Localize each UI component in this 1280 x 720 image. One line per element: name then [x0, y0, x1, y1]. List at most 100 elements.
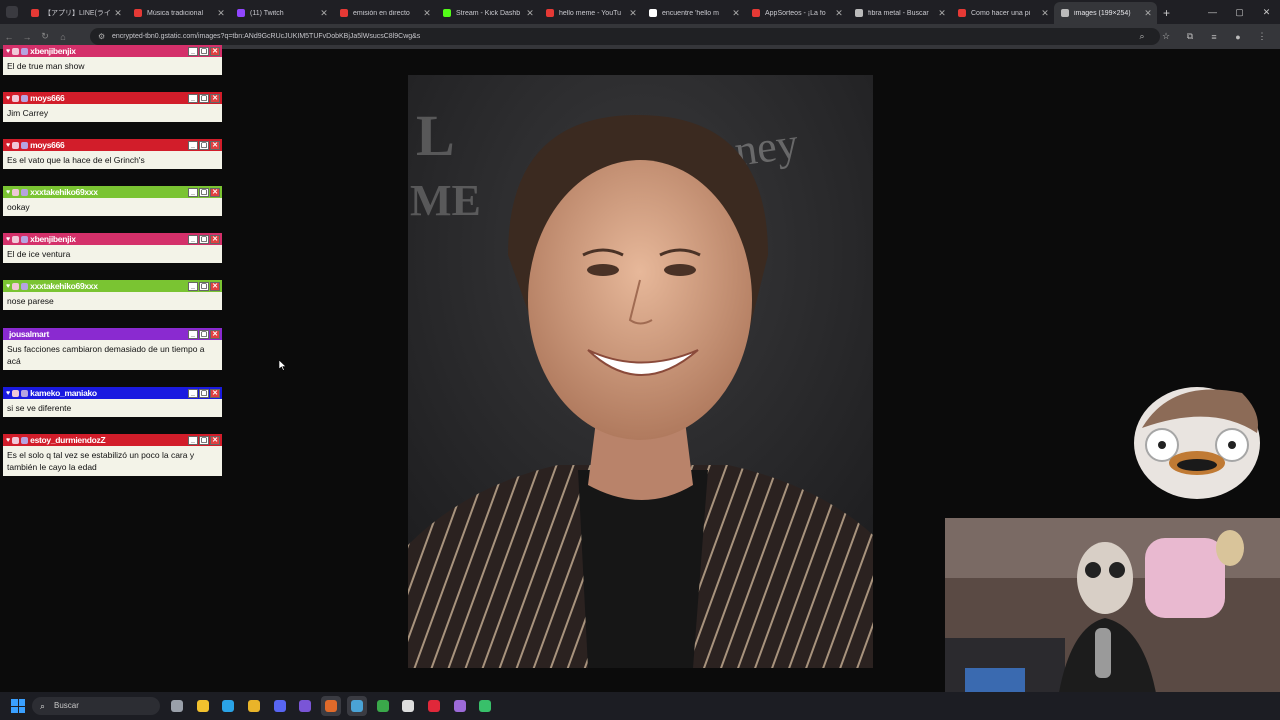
chat-message-header: ♥ moys666 _ ▢ ✕	[3, 92, 222, 104]
tab-list: 【アプリ】LINE(ライ ✕ Música tradicional ✕ (11) Twi…	[0, 0, 1170, 24]
window-close-icon[interactable]: ✕	[210, 93, 220, 103]
window-minimize-icon[interactable]: _	[188, 46, 198, 56]
menu-icon[interactable]: ⋮	[1250, 31, 1274, 42]
tab-close-icon[interactable]: ✕	[732, 8, 740, 19]
file-explorer-icon-glyph	[196, 700, 209, 712]
window-maximize-icon[interactable]: ▢	[199, 46, 209, 56]
badge-spacer	[6, 331, 7, 338]
discord-icon-glyph	[273, 700, 286, 712]
browser-tab[interactable]: images (199×254) ✕	[1054, 2, 1157, 24]
window-close-icon[interactable]: ✕	[210, 234, 220, 244]
tab-close-icon[interactable]: ✕	[320, 8, 328, 19]
zoom-icon[interactable]: ⌕	[1130, 31, 1154, 42]
chat-window-buttons: _ ▢ ✕	[187, 435, 220, 445]
window-maximize-icon[interactable]: ▢	[199, 281, 209, 291]
toolbar-actions: ⌕ ☆ ⧉ ≡ ● ⋮	[1130, 24, 1274, 49]
tab-close-icon[interactable]: ✕	[835, 8, 843, 19]
forward-icon[interactable]: →	[18, 32, 36, 42]
file-explorer-icon[interactable]	[193, 696, 213, 716]
vtube-studio-icon[interactable]	[346, 696, 367, 716]
chrome-icon[interactable]	[244, 696, 264, 716]
tab-close-icon[interactable]: ✕	[526, 8, 534, 19]
game-app-icon[interactable]	[475, 696, 495, 716]
taskbar-search[interactable]: ⌕ Buscar	[32, 697, 160, 715]
browser-tab[interactable]: Como hacer una pi ✕	[951, 2, 1054, 24]
window-maximize-icon[interactable]: ▢	[199, 187, 209, 197]
user-badge-icon	[12, 282, 20, 290]
window-minimize-icon[interactable]: _	[188, 329, 198, 339]
window-close-icon[interactable]: ✕	[210, 388, 220, 398]
home-icon[interactable]: ⌂	[54, 32, 72, 42]
browser-tab[interactable]: (11) Twitch ✕	[230, 2, 333, 24]
streamlabs-icon[interactable]	[321, 696, 342, 716]
windows-start-icon[interactable]	[11, 699, 25, 713]
window-minimize-icon[interactable]: _	[188, 234, 198, 244]
window-close-icon[interactable]: ✕	[210, 435, 220, 445]
extensions-icon[interactable]: ⧉	[1178, 31, 1202, 42]
tab-close-icon[interactable]: ✕	[629, 8, 637, 19]
tab-title: AppSorteos - ¡La fo	[765, 9, 826, 17]
window-close-icon[interactable]: ✕	[210, 140, 220, 150]
tab-search-icon[interactable]	[6, 6, 18, 18]
window-maximize-icon[interactable]: ▢	[199, 234, 209, 244]
browser-tab[interactable]: encuentre 'hello m ✕	[642, 2, 745, 24]
browser-tab[interactable]: Música tradicional ✕	[127, 2, 230, 24]
task-view-icon[interactable]	[167, 696, 187, 716]
purple-app-icon[interactable]	[450, 696, 470, 716]
mouse-cursor-icon	[279, 360, 286, 371]
heart-badge-icon: ♥	[6, 389, 11, 397]
new-tab-icon[interactable]: +	[1163, 2, 1170, 24]
browser-tab[interactable]: hello meme - YouTu ✕	[539, 2, 642, 24]
window-close-icon[interactable]: ✕	[210, 329, 220, 339]
window-minimize-icon[interactable]: _	[188, 187, 198, 197]
star-icon[interactable]: ☆	[1154, 31, 1178, 42]
twitch-icon	[237, 9, 245, 17]
vtuber-app-icon-glyph	[299, 700, 312, 712]
browser-tab[interactable]: fibra metal - Buscar ✕	[848, 2, 951, 24]
window-maximize-icon[interactable]: ▢	[199, 140, 209, 150]
window-close-icon[interactable]: ✕	[210, 187, 220, 197]
opera-icon[interactable]	[424, 696, 444, 716]
address-bar[interactable]: ⚙ encrypted-tbn0.gstatic.com/images?q=tb…	[90, 28, 1160, 45]
browser-tab[interactable]: 【アプリ】LINE(ライ ✕	[24, 2, 127, 24]
window-close-icon[interactable]: ✕	[210, 46, 220, 56]
window-minimize-icon[interactable]: _	[188, 93, 198, 103]
window-minimize-icon[interactable]: _	[188, 435, 198, 445]
opera-icon-glyph	[427, 700, 440, 712]
tab-title: 【アプリ】LINE(ライ	[44, 10, 111, 17]
browser-tab[interactable]: AppSorteos - ¡La fo ✕	[745, 2, 848, 24]
tab-close-icon[interactable]: ✕	[217, 8, 225, 19]
edge-icon[interactable]	[218, 696, 238, 716]
discord-icon[interactable]	[270, 696, 290, 716]
window-minimize-icon[interactable]: _	[188, 140, 198, 150]
window-minimize-icon[interactable]: _	[188, 388, 198, 398]
profile-icon[interactable]: ●	[1226, 32, 1250, 42]
window-maximize-icon[interactable]: ▢	[199, 329, 209, 339]
media-icon[interactable]: ≡	[1202, 32, 1226, 42]
maximize-icon[interactable]: ▢	[1226, 0, 1253, 24]
tab-close-icon[interactable]: ✕	[1041, 8, 1049, 19]
tab-close-icon[interactable]: ✕	[938, 8, 946, 19]
close-icon[interactable]: ✕	[1253, 0, 1280, 24]
back-icon[interactable]: ←	[0, 32, 18, 42]
window-maximize-icon[interactable]: ▢	[199, 435, 209, 445]
obs-icon[interactable]	[398, 696, 418, 716]
vtuber-app-icon[interactable]	[295, 696, 315, 716]
tab-close-icon[interactable]: ✕	[114, 8, 122, 19]
sub-badge-icon	[21, 94, 29, 102]
tab-close-icon[interactable]: ✕	[423, 8, 431, 19]
window-close-icon[interactable]: ✕	[210, 281, 220, 291]
reload-icon[interactable]: ↻	[36, 31, 54, 42]
minimize-icon[interactable]: —	[1199, 0, 1226, 24]
tab-close-icon[interactable]: ✕	[1144, 8, 1152, 19]
window-maximize-icon[interactable]: ▢	[199, 388, 209, 398]
task-view-icon-glyph	[171, 700, 183, 712]
window-maximize-icon[interactable]: ▢	[199, 93, 209, 103]
green-app-icon[interactable]	[373, 696, 393, 716]
window-minimize-icon[interactable]: _	[188, 281, 198, 291]
site-info-icon[interactable]: ⚙	[98, 28, 105, 45]
browser-tab[interactable]: emisión en directo ✕	[333, 2, 436, 24]
sub-badge-icon	[21, 282, 29, 290]
chat-message: ♥ moys666 _ ▢ ✕ Es el vato que la hace de el …	[3, 139, 222, 169]
browser-tab[interactable]: Stream - Kick Dashb ✕	[436, 2, 539, 24]
